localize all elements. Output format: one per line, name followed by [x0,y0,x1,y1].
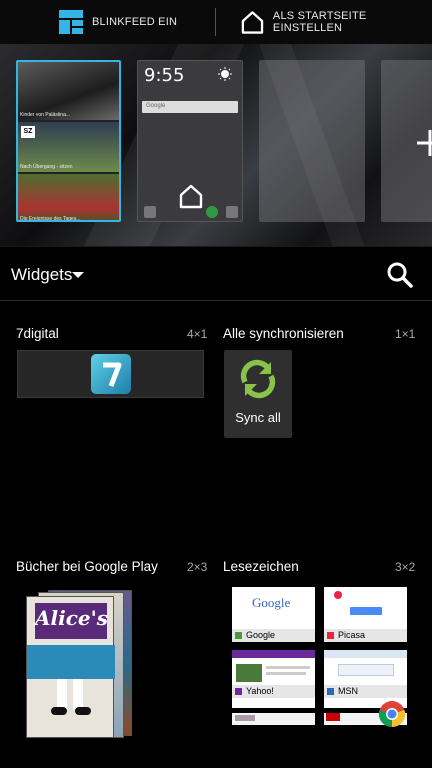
widget-preview[interactable]: Alice's Adventures in Wonderland [26,588,134,738]
bookmark-tile[interactable] [232,713,315,725]
widgets-header: Widgets [0,246,432,300]
weather-icon [218,67,232,81]
bookmark-label: Yahoo! [246,686,274,696]
bookmark-label-row: Yahoo! [232,685,315,698]
empty-panel-thumbnail[interactable] [259,60,365,222]
news-source-badge: SZ [21,126,35,138]
mini-search-bar: Google [142,101,238,113]
picasa-logo-icon [334,591,342,599]
bookmark-label-row: MSN [324,685,407,698]
header-divider [0,300,432,301]
book-cover-alice: Alice's Adventures in Wonderland [26,596,115,738]
cover-illustration [27,645,115,679]
add-panel-plus-icon[interactable] [415,128,432,158]
feed-caption: Die Ereignisse des Tages... [20,216,81,222]
widget-name: Lesezeichen [223,559,299,574]
home-icon [241,11,264,34]
dropdown-caret-icon[interactable] [72,272,84,278]
widgets-dropdown-title[interactable]: Widgets [11,265,72,285]
bookmark-label-row: Google [232,629,315,642]
home-icon [179,184,203,209]
7digital-logo-icon [91,354,131,394]
cover-illustration [57,679,83,709]
cover-illustration [75,707,91,715]
feed-caption: Kinder von Palästina... [20,112,71,118]
search-icon[interactable] [386,261,414,289]
home-panels-strip: Kinder von Palästina... SZ Nach Übergang… [0,44,432,246]
bookmark-label: MSN [338,686,358,696]
widget-name: Alle synchronisieren [223,326,344,341]
bookmark-favicon-icon [327,688,334,695]
yahoo-header-thumb [232,650,315,658]
bookmark-label: Picasa [338,630,366,640]
top-action-bar: BLINKFEED EIN ALS STARTSEITE EINSTELLEN [0,0,432,44]
bookmark-tile[interactable]: Google Google [232,587,315,642]
bookmark-tile[interactable]: Yahoo! [232,650,315,708]
widget-size: 4×1 [187,327,208,341]
picasa-signin-button-thumb [350,607,382,615]
msn-header-thumb [324,650,407,658]
topbar-divider [215,8,216,36]
yahoo-thumb-text [266,666,310,669]
cnn-logo-icon [326,713,340,721]
bookmark-tile[interactable]: Picasa [324,587,407,642]
set-as-home-button[interactable]: ALS STARTSEITE EINSTELLEN [240,0,432,44]
feed-tile: Kinder von Palästina... [18,62,119,120]
dock-app-icon [226,206,238,218]
blinkfeed-toggle-button[interactable]: BLINKFEED EIN [58,0,177,44]
bookmark-label: Google [246,630,276,640]
chrome-icon [378,701,406,728]
clock-widget-time: 9:55 [144,65,185,86]
home-panel-thumbnail[interactable]: 9:55 Google [137,60,243,222]
whatsapp-icon [206,206,218,218]
msn-thumb-box [338,664,394,676]
yahoo-thumb-image [236,664,262,682]
sync-icon [240,359,276,399]
bookmark-favicon-icon [235,688,242,695]
dock-app-icon [144,206,156,218]
widget-preview[interactable]: Sync all [224,350,292,438]
widget-name: Bücher bei Google Play [16,559,158,574]
blinkfeed-label: BLINKFEED EIN [92,16,178,28]
widget-size: 2×3 [187,560,208,574]
widget-size: 1×1 [395,327,416,341]
feed-tile: Die Ereignisse des Tages... [18,174,119,222]
sync-all-label: Sync all [235,410,281,425]
blinkfeed-panel-thumbnail[interactable]: Kinder von Palästina... SZ Nach Übergang… [16,60,121,222]
bookmark-thumbnail [235,715,255,721]
bookmark-thumbnail: Google [232,587,315,627]
widget-preview[interactable] [17,350,204,398]
bookmark-label-row: Picasa [324,629,407,642]
yahoo-thumb-text [266,672,306,675]
bookmark-favicon-icon [235,632,242,639]
bookmark-thumbnail [324,587,407,627]
book-title: Alice's [35,603,108,639]
book-subtitle: Adventures in Wonderland [47,635,95,640]
feed-caption: Nach Übergang - sitzen [20,164,73,170]
feed-tile: SZ Nach Übergang - sitzen [18,122,119,172]
google-logo-text: Google [252,595,291,610]
blinkfeed-icon [59,10,83,34]
widget-name: 7digital [16,326,59,341]
set-as-home-label: ALS STARTSEITE EINSTELLEN [272,10,367,34]
cover-illustration [51,707,67,715]
widget-size: 3×2 [395,560,416,574]
bookmark-favicon-icon [327,632,334,639]
mini-search-hint: Google [146,103,166,109]
